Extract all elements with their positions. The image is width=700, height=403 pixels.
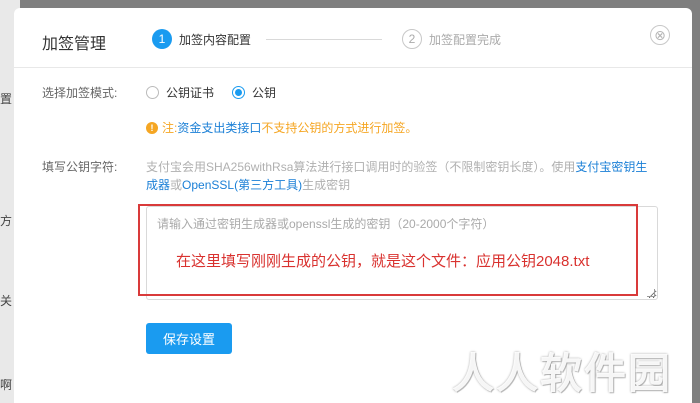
radio-dot	[235, 89, 243, 96]
radio-label: 公钥	[252, 86, 277, 100]
openssl-link[interactable]: OpenSSL(第三方工具)	[182, 178, 302, 192]
close-icon[interactable]: ⊗	[650, 25, 670, 45]
step-config-complete: 2 加签配置完成	[402, 29, 501, 49]
mode-label: 选择加签模式:	[42, 86, 118, 100]
radio-public-key-cert[interactable]: 公钥证书	[146, 84, 214, 101]
step-number: 2	[402, 29, 422, 49]
step-connector	[266, 39, 382, 40]
signing-config-modal: 加签管理 1 加签内容配置 2 加签配置完成 ⊗ 选择加签模式: 公钥证书 公钥…	[14, 8, 692, 403]
background-text: 啊	[0, 378, 13, 392]
modal-header: 加签管理 1 加签内容配置 2 加签配置完成 ⊗	[14, 8, 692, 68]
background-text: 置	[0, 92, 13, 106]
description-text: 或	[170, 178, 183, 192]
fund-interface-link[interactable]: 资金支出类接口	[177, 119, 261, 136]
note-prefix: 注:	[162, 121, 178, 135]
radio-label: 公钥证书	[166, 86, 215, 100]
radio-checked-icon	[232, 86, 246, 99]
step-content-config: 1 加签内容配置	[152, 29, 251, 49]
key-description: 支付宝会用SHA256withRsa算法进行接口调用时的验签（不限制密钥长度）。…	[146, 158, 658, 194]
public-key-textarea-wrap	[146, 206, 658, 300]
background-text: 方	[0, 214, 13, 228]
radio-public-key[interactable]: 公钥	[232, 84, 276, 101]
note-suffix: 不支持公钥的方式进行加签。	[261, 121, 418, 135]
step-label: 加签配置完成	[429, 32, 502, 47]
description-text: 支付宝会用SHA256withRsa算法进行接口调用时的验签（不限制密钥长度）。…	[146, 160, 576, 174]
key-label: 填写公钥字符:	[42, 160, 118, 174]
warning-icon: !	[146, 121, 158, 134]
radio-unchecked-icon	[146, 86, 159, 99]
step-label: 加签内容配置	[179, 32, 252, 47]
mode-radio-group: 公钥证书 公钥	[146, 84, 294, 101]
description-text: 生成密钥	[302, 178, 351, 192]
save-settings-button[interactable]: 保存设置	[146, 323, 232, 354]
background-text: 关	[0, 294, 13, 308]
step-number: 1	[152, 29, 172, 49]
public-key-textarea[interactable]	[147, 207, 657, 299]
warning-note: ! 注: 资金支出类接口 不支持公钥的方式进行加签。	[146, 119, 417, 136]
resize-handle-icon[interactable]	[647, 289, 655, 297]
modal-title: 加签管理	[42, 36, 107, 53]
